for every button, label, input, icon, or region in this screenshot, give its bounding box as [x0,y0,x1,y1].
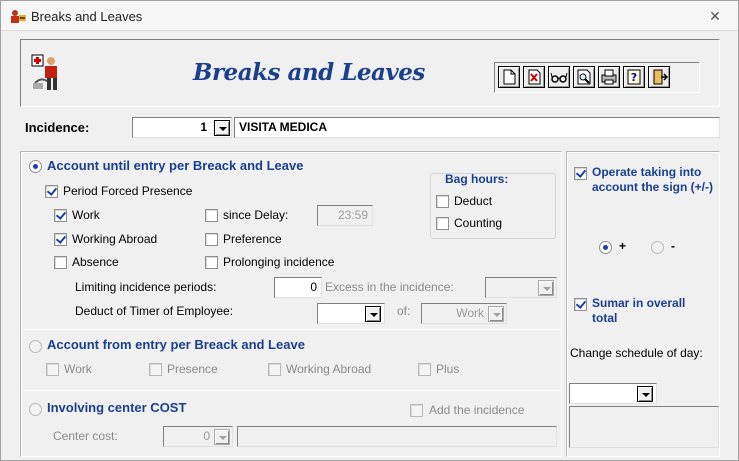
from-plus-label: Plus [436,362,460,376]
from-work-label: Work [64,362,92,376]
since-delay-label: since Delay: [223,208,289,222]
sign-minus-radio[interactable] [651,241,664,254]
limiting-periods-label: Limiting incidence periods: [75,280,217,294]
sumar-total-checkbox[interactable] [574,298,587,311]
deduct-timer-dropdown[interactable] [365,306,381,322]
working-abroad-checkbox[interactable] [54,233,67,246]
header-title: Breaks and Leaves [193,59,425,86]
limiting-periods-field[interactable]: 0 [274,277,322,298]
separator-2 [21,390,561,391]
title-bar: Breaks and Leaves ✕ [1,1,738,31]
absence-label: Absence [72,255,119,269]
schedule-detail-box [569,406,719,448]
of-dropdown[interactable] [488,306,504,322]
view-glasses-icon[interactable] [548,66,570,88]
deduct-timer-label: Deduct of Timer of Employee: [75,304,234,318]
prolonging-checkbox[interactable] [205,256,218,269]
separator-1 [21,329,561,330]
involving-cost-label: Involving center COST [47,400,187,415]
prolonging-label: Prolonging incidence [223,255,335,269]
change-schedule-label: Change schedule of day: [570,346,703,360]
excess-incidence-label: Excess in the incidence: [325,280,454,294]
delete-icon[interactable] [523,66,545,88]
incidence-label: Incidence: [25,120,90,135]
from-work-checkbox[interactable] [46,363,59,376]
working-abroad-label: Working Abroad [72,232,158,246]
window-title: Breaks and Leaves [31,9,143,24]
since-delay-field[interactable]: 23:59 [317,205,373,226]
operate-sign-checkbox[interactable] [574,167,587,180]
account-until-entry-radio[interactable] [29,160,42,173]
work-label: Work [72,208,100,222]
operate-sign-label: Operate taking into account the sign (+/… [592,165,714,194]
new-document-icon[interactable] [498,66,520,88]
bag-deduct-label: Deduct [454,194,493,208]
center-cost-dropdown[interactable] [214,429,230,445]
from-presence-checkbox[interactable] [149,363,162,376]
sign-plus-radio[interactable] [599,241,612,254]
bag-hours-title: Bag hours: [445,172,509,186]
center-cost-description-field[interactable] [237,426,557,447]
close-x-icon[interactable]: ✕ [706,7,724,25]
change-schedule-dropdown[interactable] [637,386,653,402]
exit-icon[interactable] [648,66,670,88]
incidence-dropdown-button[interactable] [214,120,230,136]
svg-text:?: ? [631,71,637,84]
from-working-abroad-checkbox[interactable] [268,363,281,376]
sign-plus-label: + [619,239,627,253]
breaks-leaves-window: Breaks and Leaves ✕ Breaks and Leaves ? … [0,0,739,461]
add-incidence-label: Add the incidence [429,403,525,417]
center-cost-label: Center cost: [53,429,118,443]
doctor-patient-icon [31,54,57,90]
work-checkbox[interactable] [54,209,67,222]
account-from-entry-radio[interactable] [29,340,42,353]
bag-counting-checkbox[interactable] [436,217,449,230]
period-forced-checkbox[interactable] [45,185,58,198]
from-plus-checkbox[interactable] [418,363,431,376]
of-label: of: [397,304,411,318]
help-icon[interactable]: ? [623,66,645,88]
bag-counting-label: Counting [454,216,503,230]
involving-cost-radio[interactable] [29,403,42,416]
sign-minus-label: - [671,239,675,253]
since-delay-checkbox[interactable] [205,209,218,222]
incidence-description-field[interactable]: VISITA MEDICA [234,117,720,138]
from-presence-label: Presence [167,362,218,376]
sumar-total-label: Sumar in overall total [592,296,686,325]
period-forced-label: Period Forced Presence [63,184,193,198]
bag-deduct-checkbox[interactable] [436,195,449,208]
from-working-abroad-label: Working Abroad [286,362,372,376]
account-from-entry-label: Account from entry per Breack and Leave [47,337,305,352]
toolbar: ? [494,62,700,93]
print-preview-icon[interactable] [573,66,595,88]
print-icon[interactable] [598,66,620,88]
absence-checkbox[interactable] [54,256,67,269]
preference-checkbox[interactable] [205,233,218,246]
add-incidence-checkbox[interactable] [410,404,423,417]
app-icon [11,10,26,23]
excess-incidence-dropdown[interactable] [538,280,554,296]
preference-label: Preference [223,232,282,246]
account-until-entry-label: Account until entry per Breack and Leave [47,158,304,173]
